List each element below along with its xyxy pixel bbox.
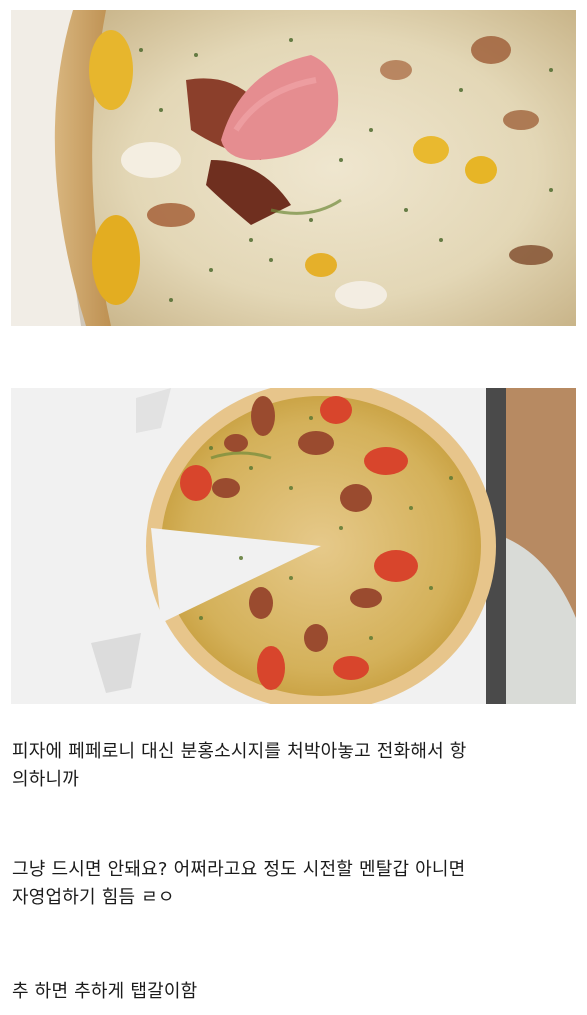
pizza-overview-photo[interactable] [11, 388, 576, 704]
pizza-closeup-photo[interactable] [11, 10, 576, 326]
post-paragraph: 추 하면 추하게 탭갈이함 [12, 981, 198, 1002]
post-paragraph: 피자에 페페로니 대신 분홍소시지를 처박아놓고 전화해서 항 의하니까 [12, 741, 467, 790]
post-paragraph: 그냥 드시면 안돼요? 어쩌라고요 정도 시전할 멘탈갑 아니면 자영업하기 힘… [12, 859, 466, 908]
